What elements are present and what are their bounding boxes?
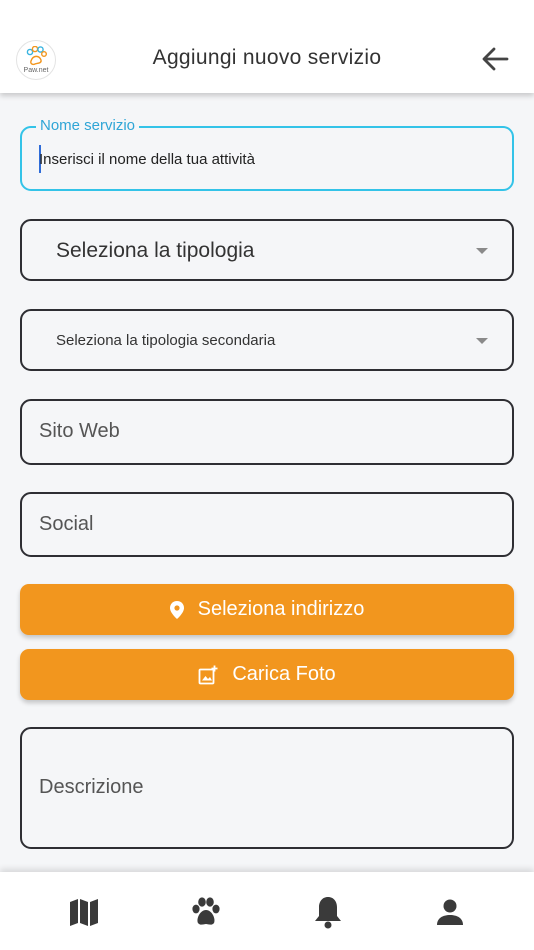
nav-notifications[interactable] xyxy=(308,892,348,932)
upload-photo-label: Carica Foto xyxy=(232,663,336,685)
social-placeholder: Social xyxy=(39,513,94,535)
chevron-down-icon xyxy=(476,248,488,254)
bell-icon xyxy=(315,897,341,929)
description-placeholder: Descrizione xyxy=(39,776,144,798)
person-icon xyxy=(437,899,463,925)
type-select-value: Seleziona la tipologia xyxy=(56,239,255,262)
service-name-label: Nome servizio xyxy=(36,117,140,134)
app-header: Paw.net Aggiungi nuovo servizio xyxy=(0,0,534,93)
select-address-label: Seleziona indirizzo xyxy=(197,598,365,620)
select-address-button[interactable]: Seleziona indirizzo xyxy=(20,584,514,635)
website-field[interactable]: Sito Web xyxy=(20,399,514,465)
service-name-field[interactable]: Nome servizio Inserisci il nome della tu… xyxy=(20,117,514,191)
map-icon xyxy=(70,899,98,926)
upload-photo-button[interactable]: Carica Foto xyxy=(20,649,514,700)
bottom-navigation xyxy=(0,872,534,950)
description-field[interactable]: Descrizione xyxy=(20,727,514,849)
secondary-type-select-value: Seleziona la tipologia secondaria xyxy=(56,332,276,349)
secondary-type-select[interactable]: Seleziona la tipologia secondaria xyxy=(20,309,514,371)
service-name-input[interactable]: Inserisci il nome della tua attività xyxy=(39,151,255,168)
nav-profile[interactable] xyxy=(430,892,470,932)
social-field[interactable]: Social xyxy=(20,492,514,557)
paw-icon xyxy=(192,897,220,925)
website-placeholder: Sito Web xyxy=(39,420,120,442)
location-pin-icon xyxy=(169,600,184,619)
nav-map[interactable] xyxy=(64,892,104,932)
page-title: Aggiungi nuovo servizio xyxy=(152,46,382,69)
chevron-down-icon xyxy=(476,338,488,344)
nav-paw[interactable] xyxy=(186,892,226,932)
back-button[interactable] xyxy=(478,42,512,76)
add-photo-icon xyxy=(198,665,218,685)
type-select[interactable]: Seleziona la tipologia xyxy=(20,219,514,281)
arrow-back-icon xyxy=(482,47,509,71)
